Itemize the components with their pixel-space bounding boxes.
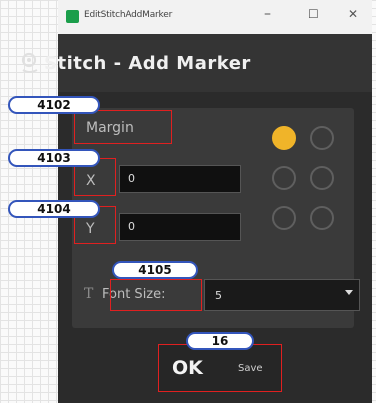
annotation-label: 4104	[8, 200, 100, 218]
position-top-right[interactable]	[310, 126, 334, 150]
highlight-box-font-size	[110, 279, 202, 311]
dialog-title: Stitch - Add Marker	[44, 53, 251, 74]
text-size-icon: T	[84, 286, 94, 302]
annotation-label: 4105	[112, 261, 198, 279]
maximize-button[interactable]: ☐	[308, 7, 319, 21]
position-bottom-left[interactable]	[272, 206, 296, 230]
app-icon	[66, 10, 79, 23]
highlight-box-margin	[74, 110, 172, 144]
minimize-button[interactable]: –	[264, 7, 271, 21]
position-bottom-right[interactable]	[310, 206, 334, 230]
position-middle-right[interactable]	[310, 166, 334, 190]
highlight-box-ok	[158, 344, 282, 392]
annotation-label: 4102	[8, 96, 100, 114]
annotation-label: 4103	[8, 149, 100, 167]
title-bar: EditStitchAddMarker – ☐ ✕	[58, 0, 372, 35]
position-top-left[interactable]	[272, 126, 296, 150]
font-size-value: 5	[215, 289, 222, 302]
window-title: EditStitchAddMarker	[84, 10, 173, 20]
position-middle-left[interactable]	[272, 166, 296, 190]
x-input[interactable]: 0	[119, 165, 241, 193]
annotation-label: 16	[186, 332, 254, 350]
pin-icon	[21, 52, 38, 73]
close-button[interactable]: ✕	[348, 7, 358, 21]
y-input[interactable]: 0	[119, 213, 241, 241]
dropdown-arrow-icon	[345, 290, 353, 295]
font-size-select[interactable]: 5	[204, 279, 360, 311]
